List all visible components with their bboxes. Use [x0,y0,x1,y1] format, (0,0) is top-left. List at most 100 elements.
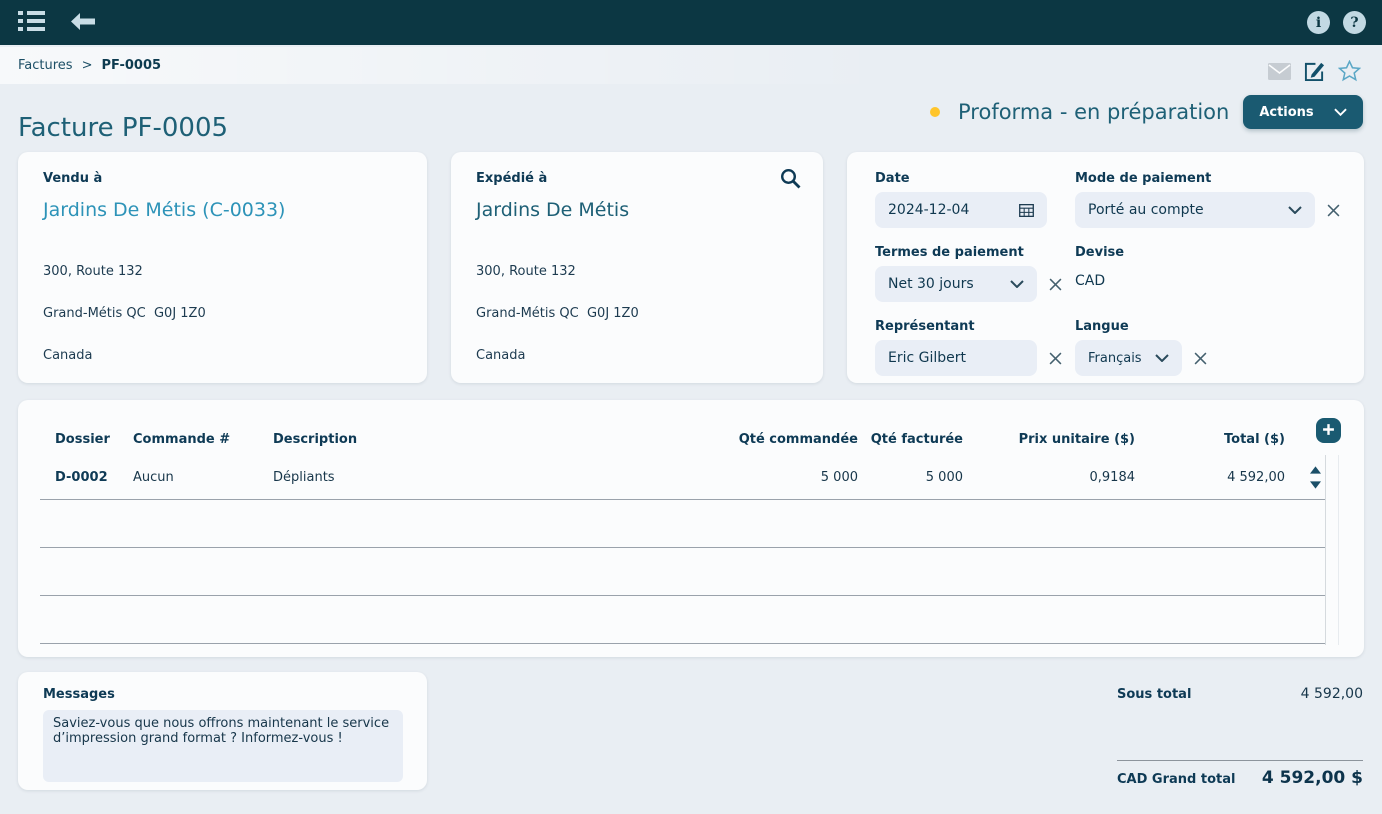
address-line: 300, Route 132 [476,265,798,279]
col-total: Total ($) [1135,432,1285,447]
triangle-up-icon [1310,466,1321,474]
chevron-down-icon [1334,108,1347,116]
representative-label: Représentant [875,319,1075,334]
help-icon: ? [1350,16,1358,30]
cell-qte-commandee: 5 000 [728,470,858,485]
empty-table-row [40,548,1325,596]
help-button[interactable]: ? [1343,11,1366,34]
status-dot-icon [930,107,940,117]
favorite-button[interactable] [1336,58,1363,87]
payment-mode-label: Mode de paiement [1075,171,1364,186]
chevron-down-icon [1155,354,1169,362]
currency-label: Devise [1075,245,1364,260]
move-row-up-button[interactable] [1310,466,1321,474]
table-row[interactable]: D-0002 Aucun Dépliants 5 000 5 000 0,918… [40,455,1325,500]
date-label: Date [875,171,1075,186]
address-line: Canada [476,349,798,363]
col-qte-facturee: Qté facturée [858,432,963,447]
breadcrumb-current: PF-0005 [101,58,161,73]
invoice-details-card: Date 2024-12-04 Mode de paiement Por [847,152,1364,383]
close-icon [1194,352,1207,365]
sold-to-card: Vendu à Jardins De Métis (C-0033) 300, R… [18,152,427,383]
currency-value: CAD [1075,273,1364,289]
document-actions [1266,58,1363,87]
edit-icon [1304,61,1325,85]
search-icon [780,177,801,192]
col-description: Description [273,432,728,447]
sold-to-label: Vendu à [43,171,402,186]
address-line: Grand-Métis QC G0J 1Z0 [476,307,798,321]
terms-label: Termes de paiement [875,245,1075,260]
col-prix-unitaire: Prix unitaire ($) [963,432,1135,447]
payment-mode-value: Porté au compte [1088,202,1204,218]
col-dossier: Dossier [40,432,133,447]
totals-divider [1117,760,1363,761]
invoice-screen: i ? Factures > PF-0005 [0,0,1382,814]
actions-button[interactable]: Actions [1243,95,1363,129]
messages-label: Messages [43,687,402,702]
table-scroll-track[interactable] [1338,455,1339,645]
top-bar: i ? [0,0,1382,45]
table-header-row: Dossier Commande # Description Qté comma… [40,400,1325,455]
move-row-down-button[interactable] [1310,481,1321,489]
close-icon [1049,352,1062,365]
col-qte-commandee: Qté commandée [728,432,858,447]
cell-description: Dépliants [273,470,728,485]
messages-card: Messages Saviez-vous que nous offrons ma… [18,672,427,790]
status-label: Proforma - en préparation [958,100,1229,124]
language-label: Langue [1075,319,1364,334]
star-icon [1338,60,1361,85]
back-button[interactable] [69,11,97,35]
status-indicator: Proforma - en préparation [930,100,1229,124]
cell-prix-unitaire: 0,9184 [963,470,1135,485]
envelope-icon [1268,63,1291,83]
clear-language-button[interactable] [1194,352,1207,365]
triangle-down-icon [1310,481,1321,489]
chevron-down-icon [1010,280,1024,288]
breadcrumb: Factures > PF-0005 [18,58,161,73]
subtotal-label: Sous total [1117,687,1191,702]
address-line: Canada [43,349,402,363]
search-address-button[interactable] [780,168,801,192]
empty-table-row [40,500,1325,548]
clear-terms-button[interactable] [1049,278,1062,291]
subtotal-value: 4 592,00 [1301,686,1363,702]
address-line: 300, Route 132 [43,265,402,279]
chevron-down-icon [1288,206,1302,214]
representative-field[interactable]: Eric Gilbert [875,340,1037,376]
language-select[interactable]: Français [1075,340,1182,376]
clear-representative-button[interactable] [1049,352,1062,365]
breadcrumb-separator: > [82,58,93,73]
payment-terms-select[interactable]: Net 30 jours [875,266,1037,302]
menu-button[interactable] [16,8,47,37]
customer-link[interactable]: Jardins De Métis (C-0033) [43,199,285,221]
calendar-icon [1019,204,1034,217]
date-field[interactable]: 2024-12-04 [875,192,1047,228]
payment-terms-value: Net 30 jours [888,276,974,292]
cell-total: 4 592,00 [1135,470,1285,485]
close-icon [1327,204,1340,217]
info-icon: i [1316,16,1321,30]
info-button[interactable]: i [1307,11,1330,34]
line-items-card: Dossier Commande # Description Qté comma… [18,400,1364,657]
breadcrumb-factures-link[interactable]: Factures [18,58,73,73]
ship-to-name: Jardins De Métis [476,199,798,221]
col-commande: Commande # [133,432,273,447]
representative-value: Eric Gilbert [888,350,966,366]
list-menu-icon [18,10,45,35]
date-value: 2024-12-04 [888,202,969,218]
messages-textarea[interactable]: Saviez-vous que nous offrons maintenant … [43,710,403,782]
ship-to-label: Expédié à [476,171,798,186]
grand-total-label: CAD Grand total [1117,772,1235,787]
cell-dossier: D-0002 [40,470,133,485]
back-arrow-icon [71,13,95,33]
ship-to-card: Expédié à Jardins De Métis 300, Route 13… [451,152,823,383]
grand-total-row: CAD Grand total 4 592,00 $ [1117,768,1363,788]
cell-commande: Aucun [133,470,273,485]
ship-to-address: 300, Route 132 Grand-Métis QC G0J 1Z0 Ca… [476,237,798,391]
edit-document-button[interactable] [1302,59,1327,87]
payment-mode-select[interactable]: Porté au compte [1075,192,1315,228]
clear-payment-mode-button[interactable] [1327,204,1340,217]
cell-qte-facturee: 5 000 [858,470,963,485]
email-button[interactable] [1266,61,1293,85]
